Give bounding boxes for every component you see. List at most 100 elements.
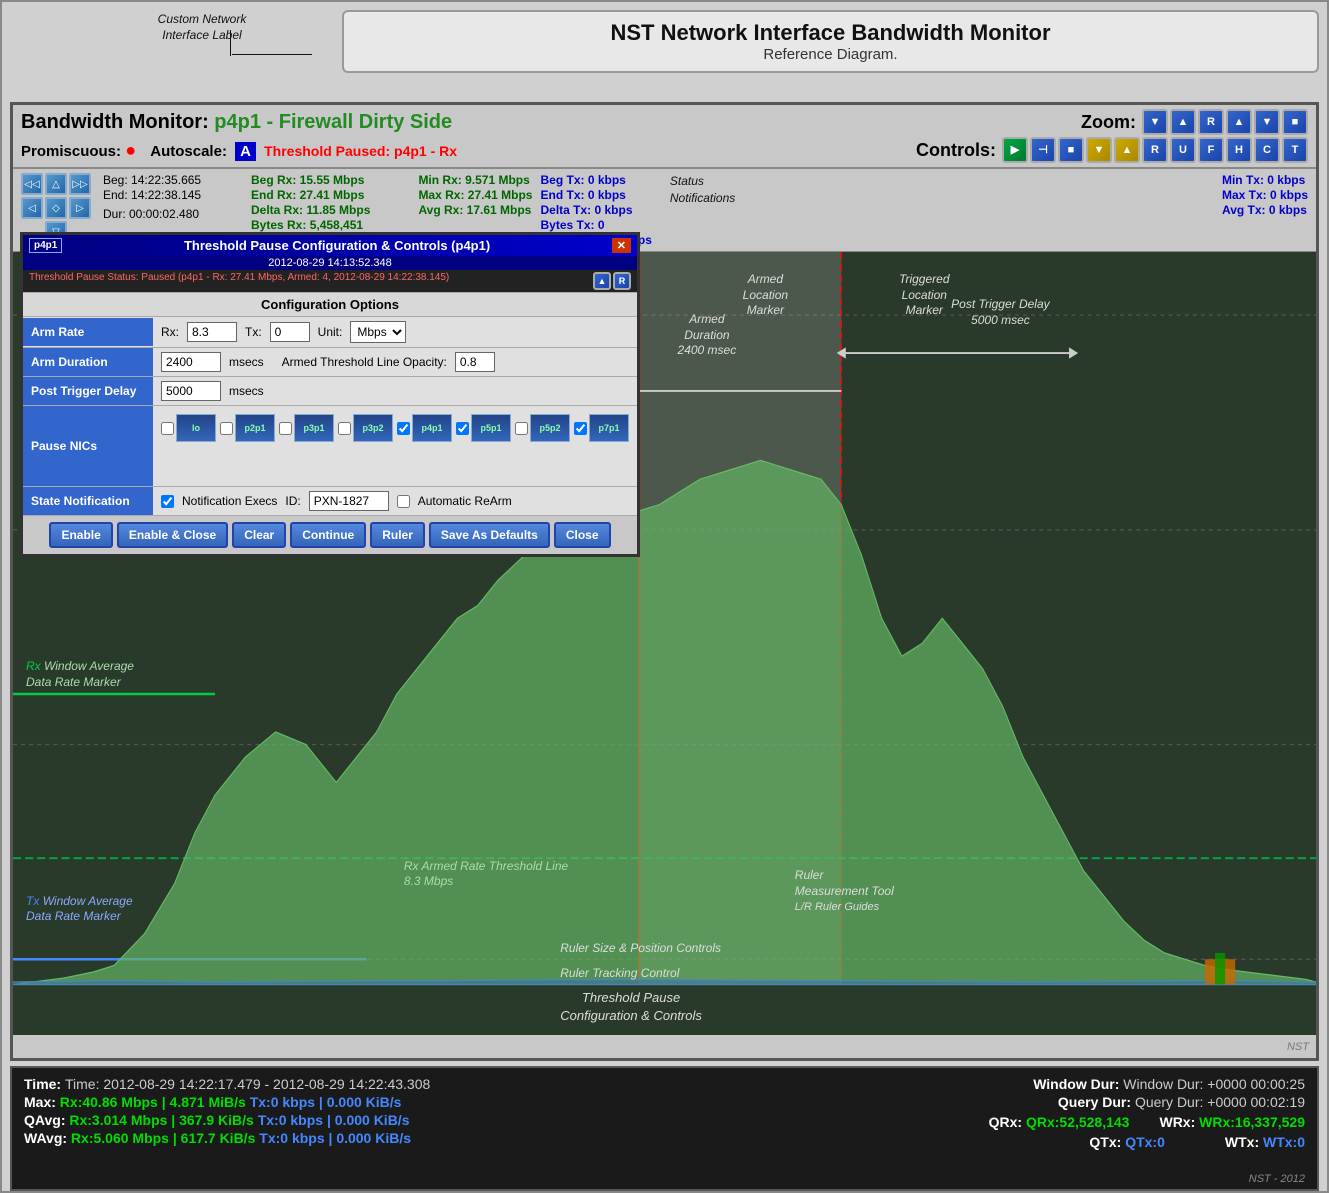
config-row-post-trigger: Post Trigger Delay msecs (23, 377, 637, 406)
id-label: ID: (285, 494, 300, 508)
nav-left[interactable]: ◁ (21, 197, 43, 219)
ctrl-t[interactable]: T (1282, 137, 1308, 163)
rx-window-avg-annot: Rx Window AverageData Rate Marker (26, 659, 134, 690)
nav-left-outer[interactable]: ◁◁ (21, 173, 43, 195)
nic-p3p1-check[interactable] (279, 422, 292, 435)
stat-avg-tx: Avg Tx: 0 kbps (1222, 203, 1308, 217)
stat-max-rx: Max Rx: 27.41 Mbps (418, 188, 532, 202)
status-bar: Time: Time: 2012-08-29 14:22:17.479 - 20… (10, 1066, 1319, 1191)
status-qavg: QAvg: Rx:3.014 Mbps | 367.9 KiB/s Tx:0 k… (24, 1112, 989, 1128)
zoom-btn-square[interactable]: ■ (1282, 109, 1308, 135)
state-notification-content: Notification Execs ID: Automatic ReArm (153, 487, 637, 515)
controls-label: Controls: (916, 140, 996, 161)
auto-rearm-check[interactable] (397, 495, 410, 508)
ruler-tracking-annot: Ruler Tracking Control (560, 966, 679, 980)
zoom-btn-r[interactable]: R (1198, 109, 1224, 135)
status-time: Time: Time: 2012-08-29 14:22:17.479 - 20… (24, 1076, 989, 1092)
ctrl-play[interactable]: ▶ (1002, 137, 1028, 163)
status-qrx-wrx: QRx: QRx:52,528,143 WRx: WRx:16,337,529 (989, 1112, 1305, 1132)
nic-p7p1-check[interactable] (574, 422, 587, 435)
nic-p3p1: p3p1 (279, 414, 334, 442)
arm-rate-tx-input[interactable] (270, 322, 310, 342)
pause-nics-content: lo p2p1 p3p1 p3p2 (153, 406, 637, 450)
ctrl-c[interactable]: C (1254, 137, 1280, 163)
nic-p5p1-check[interactable] (456, 422, 469, 435)
controls-section: Controls: ▶ ⊣ ■ ▼ ▲ R U F H C T (916, 137, 1308, 163)
zoom-btn-down[interactable]: ▼ (1142, 109, 1168, 135)
promiscuous-indicator: ● (125, 140, 136, 160)
status-btn-r[interactable]: R (613, 272, 631, 290)
btn-enable[interactable]: Enable (49, 522, 112, 548)
nic-lo-check[interactable] (161, 422, 174, 435)
nic-p2p1-thumb: p2p1 (235, 414, 275, 442)
ctrl-stop[interactable]: ⊣ (1030, 137, 1056, 163)
config-status-text: Threshold Pause Status: Paused (p4p1 - R… (29, 272, 449, 290)
notification-execs-check[interactable] (161, 495, 174, 508)
nic-p4p1-thumb: p4p1 (412, 414, 452, 442)
stat-bytes-rx: Bytes Rx: 5,458,451 (251, 218, 410, 232)
btn-enable-close[interactable]: Enable & Close (117, 522, 228, 548)
config-status-arrows: ▲ R (593, 272, 631, 290)
minmax-rx: Min Rx: 9.571 Mbps Max Rx: 27.41 Mbps Av… (418, 173, 532, 217)
nav-right[interactable]: ▷ (69, 197, 91, 219)
threshold-paused: Threshold Paused: p4p1 - Rx (264, 143, 457, 159)
title-box: NST Network Interface Bandwidth Monitor … (342, 10, 1319, 73)
zoom-btn-up[interactable]: ▲ (1170, 109, 1196, 135)
second-line: Promiscuous: ● Autoscale: A Threshold Pa… (21, 140, 457, 161)
ctrl-up[interactable]: ▲ (1114, 137, 1140, 163)
arm-rate-unit-select[interactable]: Mbps Kbps Gbps (350, 321, 406, 343)
arm-rate-rx-input[interactable] (187, 322, 237, 342)
status-qtx-wtx: QTx: QTx:0 WTx: WTx:0 (989, 1132, 1305, 1152)
nic-p5p1-thumb: p5p1 (471, 414, 511, 442)
ruler-measurement-annot: RulerMeasurement ToolL/R Ruler Guides (795, 868, 894, 915)
status-notifications-annot: StatusNotifications (670, 173, 735, 207)
arm-duration-input[interactable] (161, 352, 221, 372)
status-wavg: WAvg: Rx:5.060 Mbps | 617.7 KiB/s Tx:0 k… (24, 1130, 989, 1146)
nav-center[interactable]: ◇ (45, 197, 67, 219)
header-bar: Bandwidth Monitor: p4p1 - Firewall Dirty… (13, 105, 1316, 169)
nic-p2p1-check[interactable] (220, 422, 233, 435)
autoscale-btn[interactable]: A (235, 142, 256, 161)
status-btn-up[interactable]: ▲ (593, 272, 611, 290)
btn-save-defaults[interactable]: Save As Defaults (429, 522, 550, 548)
stat-end-tx: End Tx: 0 kbps (540, 188, 651, 202)
stat-min-rx: Min Rx: 9.571 Mbps (418, 173, 532, 187)
nic-p7p1: p7p1 (574, 414, 629, 442)
stat-min-tx: Min Tx: 0 kbps (1222, 173, 1308, 187)
stat-beg-tx: Beg Tx: 0 kbps (540, 173, 651, 187)
post-trigger-input[interactable] (161, 381, 221, 401)
nic-p3p2-thumb: p3p2 (353, 414, 393, 442)
zoom-btn-down2[interactable]: ▼ (1254, 109, 1280, 135)
ctrl-square[interactable]: ■ (1058, 137, 1084, 163)
nic-p4p1-check[interactable] (397, 422, 410, 435)
ctrl-down[interactable]: ▼ (1086, 137, 1112, 163)
notification-id-input[interactable] (309, 491, 389, 511)
config-panel: p4p1 Threshold Pause Configuration & Con… (20, 232, 640, 557)
config-close-btn[interactable]: ✕ (612, 238, 631, 253)
nic-p3p2-check[interactable] (338, 422, 351, 435)
zoom-buttons: ▼ ▲ R ▲ ▼ ■ (1142, 109, 1308, 135)
armed-location-annot: ArmedLocationMarker (743, 272, 788, 319)
nic-grid: lo p2p1 p3p1 p3p2 (157, 410, 633, 446)
nic-p5p2-check[interactable] (515, 422, 528, 435)
nic-p5p2-thumb: p5p2 (530, 414, 570, 442)
zoom-btn-up2[interactable]: ▲ (1226, 109, 1252, 135)
opacity-input[interactable] (455, 352, 495, 372)
post-trigger-unit: msecs (229, 384, 264, 398)
nic-indicator: p4p1 (29, 238, 62, 253)
tx-label: Tx: (245, 325, 262, 339)
arm-duration-unit: msecs (229, 355, 264, 369)
btn-continue[interactable]: Continue (290, 522, 366, 548)
ctrl-u[interactable]: U (1170, 137, 1196, 163)
nav-up[interactable]: △ (45, 173, 67, 195)
btn-close[interactable]: Close (554, 522, 611, 548)
unit-label: Unit: (318, 325, 343, 339)
ctrl-f[interactable]: F (1198, 137, 1224, 163)
ctrl-h[interactable]: H (1226, 137, 1252, 163)
btn-clear[interactable]: Clear (232, 522, 286, 548)
stat-dur: Dur: 00:00:02.480 (103, 207, 243, 221)
ctrl-r[interactable]: R (1142, 137, 1168, 163)
pause-nics-label: Pause NICs (23, 406, 153, 486)
nav-right-outer[interactable]: ▷▷ (69, 173, 91, 195)
btn-ruler[interactable]: Ruler (370, 522, 425, 548)
